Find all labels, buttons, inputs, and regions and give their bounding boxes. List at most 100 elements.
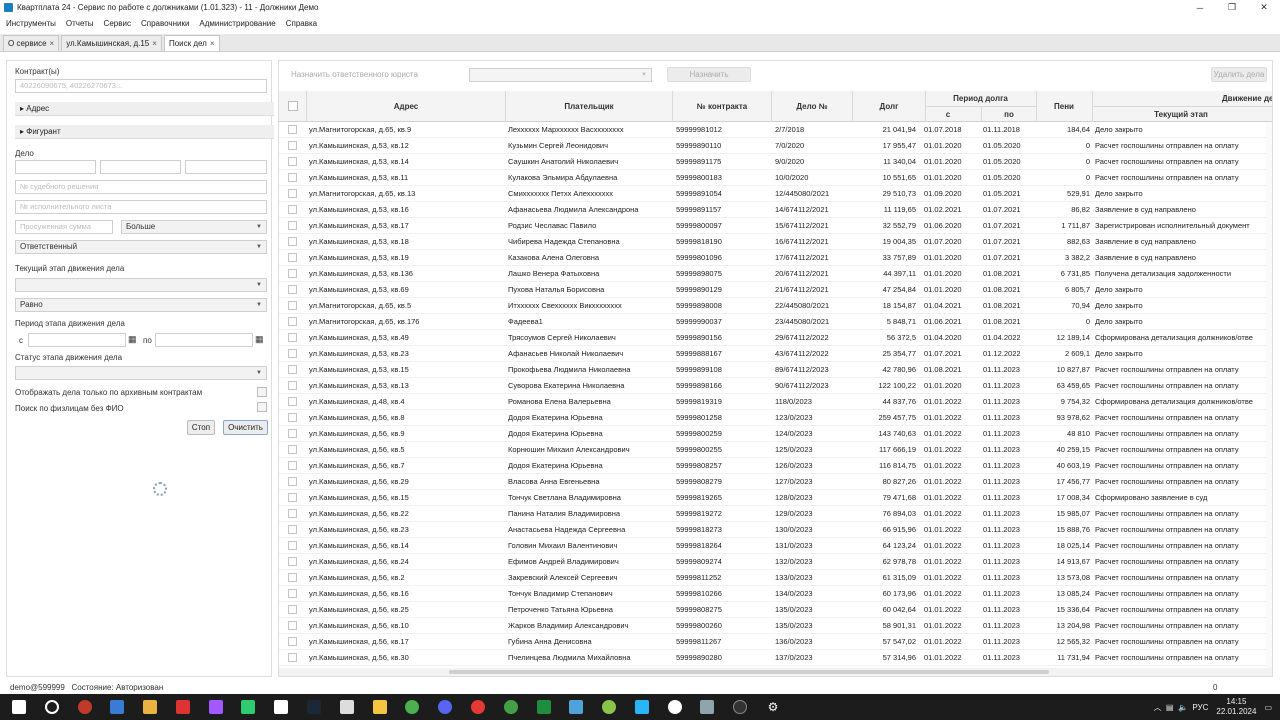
row-checkbox[interactable] [288,525,297,534]
row-checkbox[interactable] [288,205,297,214]
table-row[interactable]: ул.Камышинская, д.56, кв.5 Корнюшин Михаи… [279,442,1272,458]
table-row[interactable]: ул.Магнитогорская, д.65, кв.13 Смиххххххх… [279,186,1272,202]
tab-case-search[interactable]: Поиск дел × [163,35,220,51]
compare-select[interactable]: Больше ▼ [121,220,267,234]
menu-admin[interactable]: Администрирование [199,19,275,28]
period-to-input[interactable] [155,333,253,347]
row-checkbox[interactable] [288,589,297,598]
contract-input[interactable]: 40226090675, 40226270673... [15,79,267,93]
col-period-to[interactable]: по [982,110,1036,119]
tray-chevron-icon[interactable]: ︿ [1153,702,1161,713]
stop-button[interactable]: Стоп [187,420,215,435]
table-row[interactable]: ул.Камышинская, д.56, кв.14 Головин Михаи… [279,538,1272,554]
stage-select[interactable]: ▼ [15,278,267,292]
table-row[interactable]: ул.Камышинская, д.56, кв.10 Жарков Владим… [279,618,1272,634]
table-row[interactable]: ул.Камышинская, д.53, кв.15 Прокофьева Лю… [279,362,1272,378]
figurant-section[interactable]: ▸ Фигурант [15,125,274,139]
table-row[interactable]: ул.Камышинская, д.56, кв.2 Закревский Але… [279,570,1272,586]
table-row[interactable]: ул.Камышинская, д.53, кв.13 Суворова Екат… [279,378,1272,394]
row-checkbox[interactable] [288,557,297,566]
table-row[interactable]: ул.Камышинская, д.56, кв.17 Губина Анна Д… [279,634,1272,650]
row-checkbox[interactable] [288,573,297,582]
steam-icon[interactable] [307,700,322,714]
clock[interactable]: 14:15 22.01.2024 [1216,697,1256,717]
table-row[interactable]: ул.Камышинская, д.53, кв.16 Афанасьева Лю… [279,202,1272,218]
menu-help[interactable]: Справка [286,19,317,28]
epic-games-icon[interactable] [339,700,354,714]
row-checkbox[interactable] [288,141,297,150]
row-checkbox[interactable] [288,397,297,406]
row-checkbox[interactable] [288,301,297,310]
horizontal-scrollbar[interactable] [279,668,1272,676]
noname-checkbox[interactable] [257,402,267,412]
search-icon[interactable] [44,700,59,714]
tab-address[interactable]: ул.Камышинская, д.15 × [61,35,162,51]
case-part3-input[interactable] [185,160,267,174]
row-checkbox[interactable] [288,269,297,278]
table-row[interactable]: ул.Камышинская, д.56, кв.8 Додоя Екатерин… [279,410,1272,426]
row-checkbox[interactable] [288,509,297,518]
table-row[interactable]: ул.Магнитогорская, д.65, кв.176 Фадеева1 5… [279,314,1272,330]
vertical-scrollbar[interactable] [1266,122,1272,670]
row-checkbox[interactable] [288,621,297,630]
row-checkbox[interactable] [288,493,297,502]
menu-reports[interactable]: Отчеты [66,19,94,28]
row-checkbox[interactable] [288,333,297,342]
col-stage[interactable]: Текущий этап [1093,110,1269,119]
gear-icon[interactable]: ⚙ [765,700,780,714]
col-case[interactable]: Дело № [772,102,852,111]
col-address[interactable]: Адрес [307,102,505,111]
app-green-icon[interactable] [241,700,256,714]
app-lime-icon[interactable] [602,700,617,714]
language-indicator[interactable]: РУС [1192,703,1208,712]
media-player-icon[interactable] [77,700,92,714]
folder-icon[interactable] [143,700,158,714]
overdue-sum-input[interactable]: Просуженная сумма [15,220,113,234]
table-row[interactable]: ул.Камышинская, д.53, кв.69 Пухова Наталь… [279,282,1272,298]
address-section[interactable]: ▸ Адрес [15,102,274,116]
delete-cases-button[interactable]: Удалить дела [1211,67,1267,82]
row-checkbox[interactable] [288,125,297,134]
row-checkbox[interactable] [288,365,297,374]
table-row[interactable]: ул.Камышинская, д.56, кв.29 Власова Анна … [279,474,1272,490]
table-row[interactable]: ул.Камышинская, д.56, кв.22 Панина Натали… [279,506,1272,522]
app-red-icon[interactable] [175,700,190,714]
table-row[interactable]: ул.Камышинская, д.56, кв.7 Додоя Екатерин… [279,458,1272,474]
close-tab-icon[interactable]: × [152,39,157,48]
restore-icon[interactable]: ❐ [1216,0,1248,15]
col-payer[interactable]: Плательщик [506,102,672,111]
row-checkbox[interactable] [288,253,297,262]
row-checkbox[interactable] [288,605,297,614]
table-row[interactable]: ул.Камышинская, д.53, кв.14 Саушкин Анато… [279,154,1272,170]
table-row[interactable]: ул.Камышинская, д.53, кв.136 Лашко Венера… [279,266,1272,282]
table-row[interactable]: ул.Камышинская, д.56, кв.25 Петроченко Та… [279,602,1272,618]
clear-button[interactable]: Очистить [223,420,268,435]
row-checkbox[interactable] [288,285,297,294]
row-checkbox[interactable] [288,237,297,246]
app-dark-icon[interactable] [733,700,748,714]
row-checkbox[interactable] [288,445,297,454]
app-white-icon[interactable] [667,700,682,714]
case-part1-input[interactable] [15,160,96,174]
app-yellow-icon[interactable] [372,700,387,714]
row-checkbox[interactable] [288,189,297,198]
row-checkbox[interactable] [288,413,297,422]
row-checkbox[interactable] [288,349,297,358]
col-penalty[interactable]: Пени [1037,102,1091,111]
archive-checkbox[interactable] [257,387,267,397]
table-row[interactable]: ул.Камышинская, д.56, кв.23 Анастасьева Н… [279,522,1272,538]
scroll-thumb[interactable] [449,670,1049,674]
table-row[interactable]: ул.Камышинская, д.48, кв.4 Романова Елена… [279,394,1272,410]
case-part2-input[interactable] [100,160,181,174]
table-row[interactable]: ул.Магнитогорская, д.65, кв.9 Лехххххх Ма… [279,122,1272,138]
close-tab-icon[interactable]: × [50,39,55,48]
period-from-input[interactable] [28,333,126,347]
row-checkbox[interactable] [288,429,297,438]
table-row[interactable]: ул.Камышинская, д.56, кв.16 Тончук Владим… [279,586,1272,602]
row-checkbox[interactable] [288,653,297,662]
figma-icon[interactable] [208,700,223,714]
close-icon[interactable]: ✕ [1248,0,1280,15]
row-checkbox[interactable] [288,173,297,182]
chrome-icon[interactable] [405,700,420,714]
table-row[interactable]: ул.Камышинская, д.53, кв.49 Трясоумов Сер… [279,330,1272,346]
